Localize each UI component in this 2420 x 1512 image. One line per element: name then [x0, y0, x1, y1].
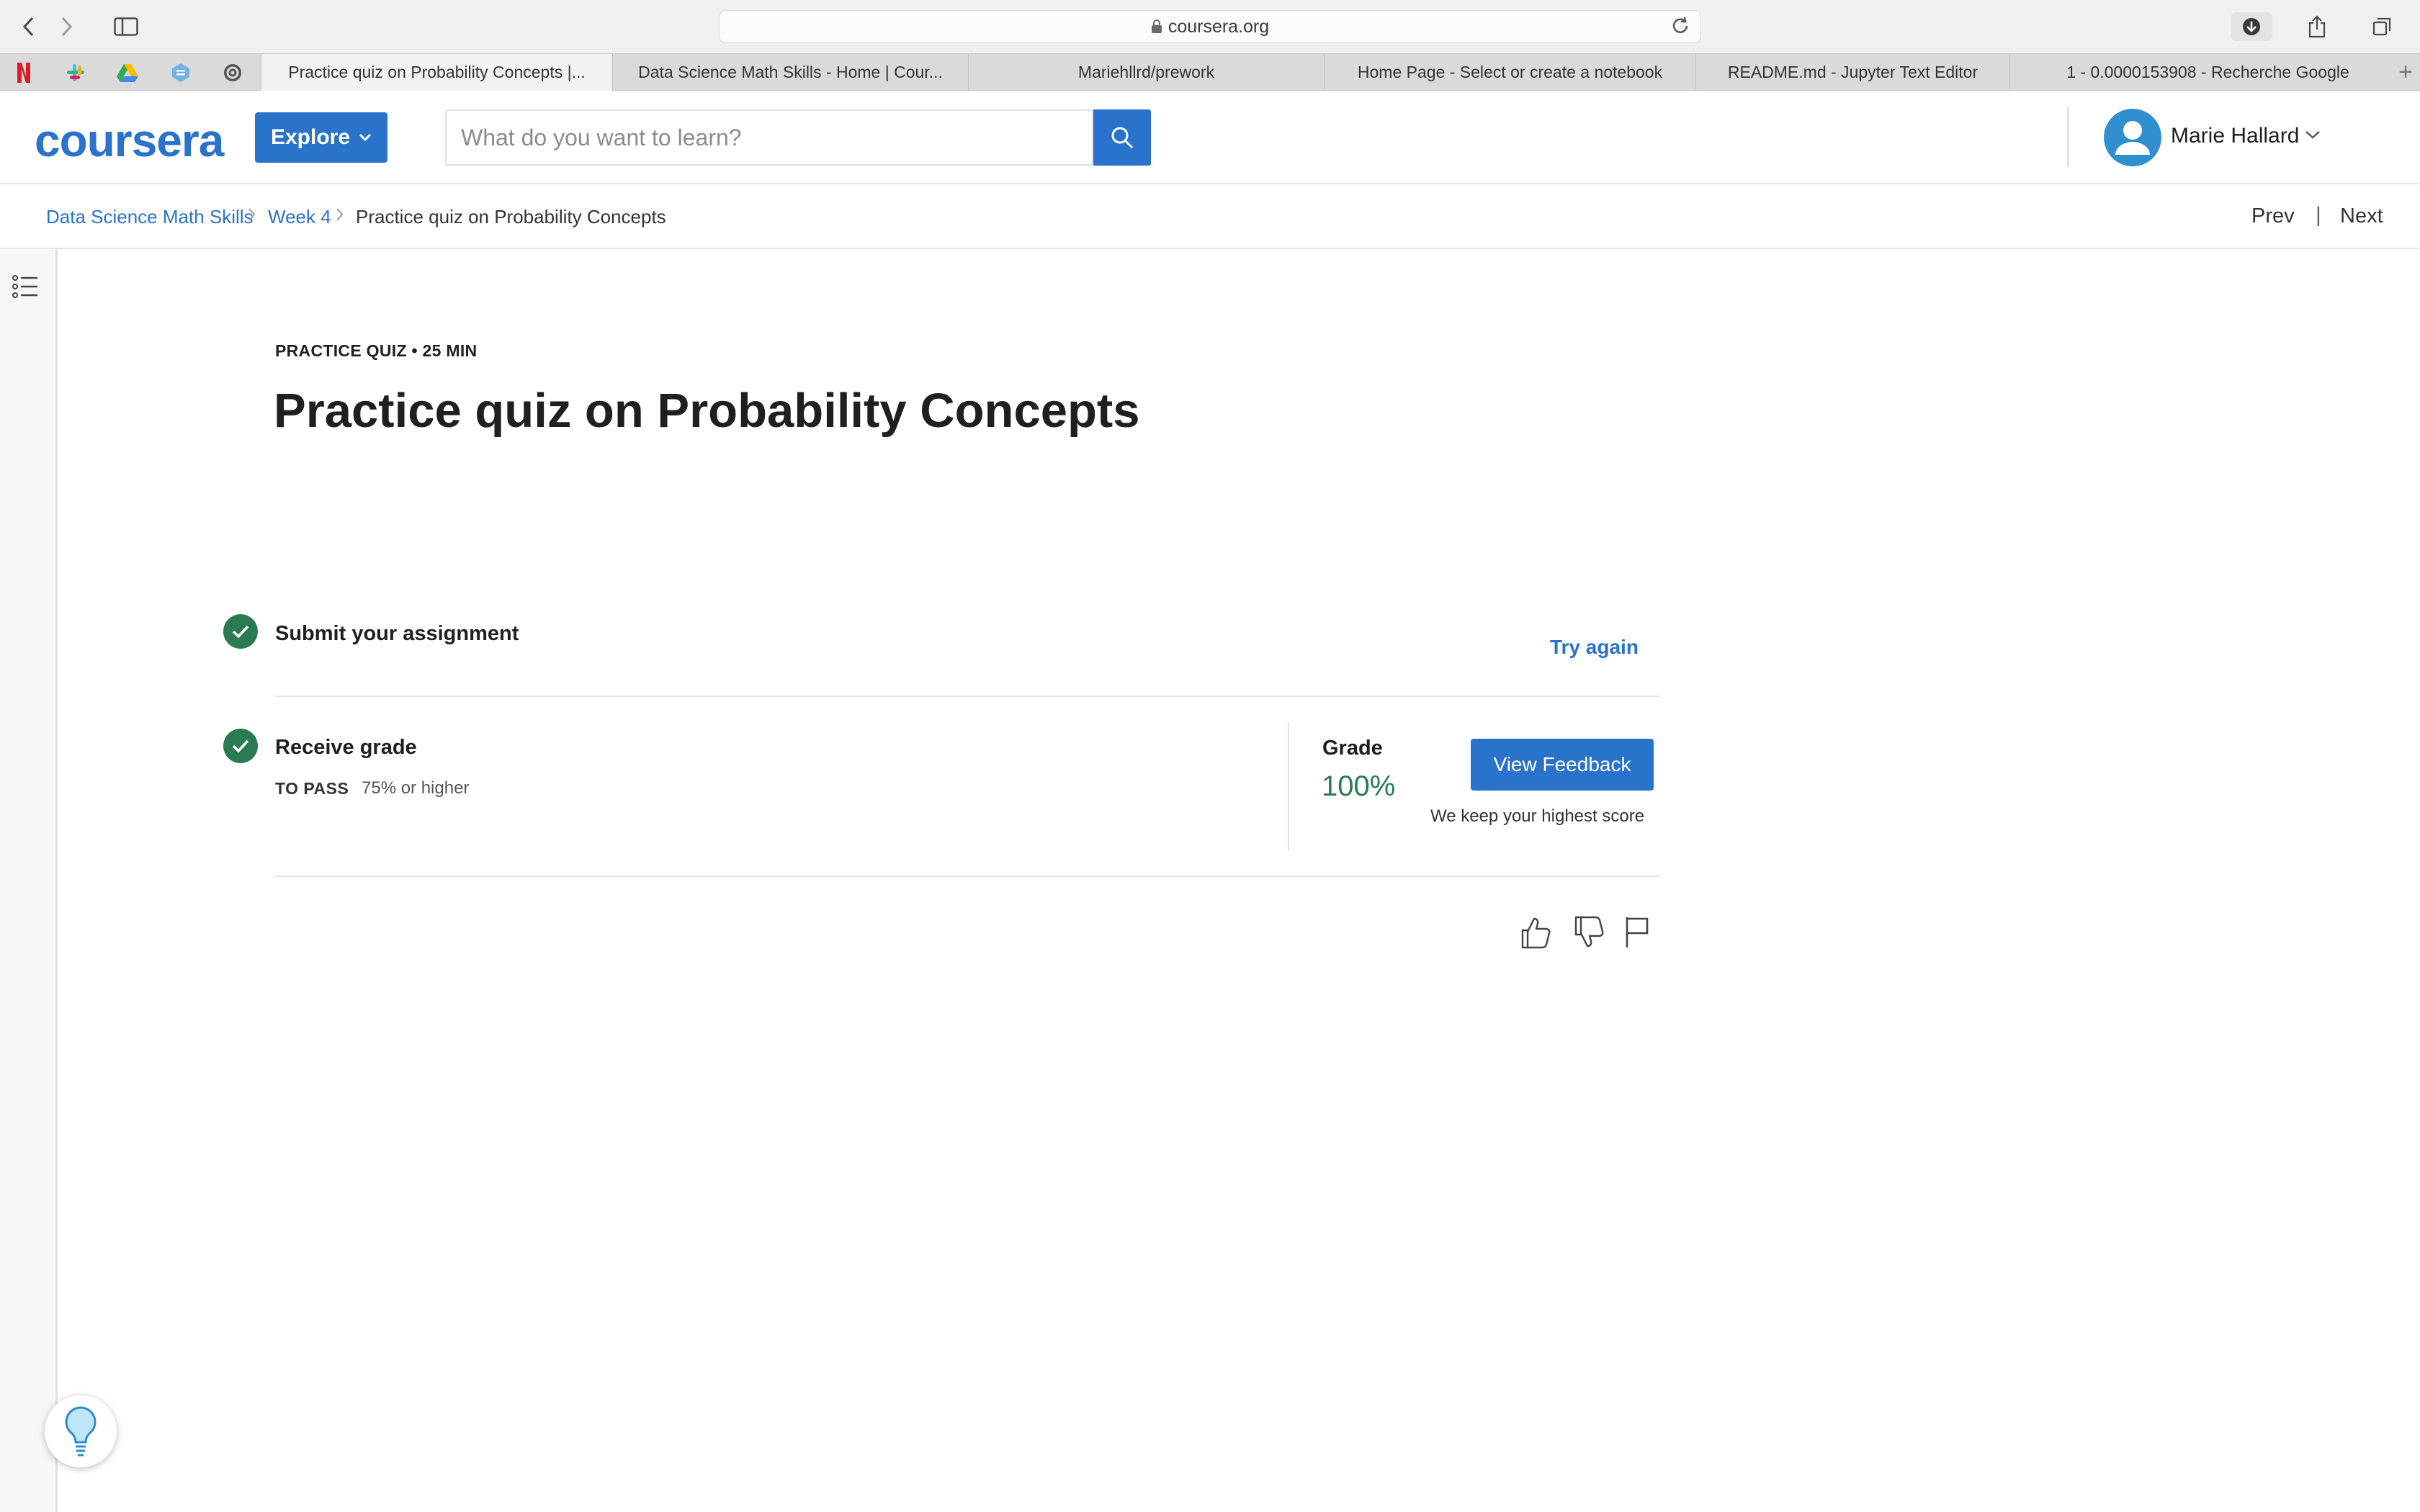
reload-icon[interactable]: [1670, 15, 1690, 42]
chevron-right-icon: [336, 204, 344, 227]
next-link[interactable]: Next: [2340, 204, 2383, 228]
download-icon[interactable]: [2231, 12, 2272, 41]
tab-label: Practice quiz on Probability Concepts |.…: [288, 63, 586, 81]
back-icon[interactable]: [16, 14, 42, 39]
new-tab-button[interactable]: +: [2398, 58, 2413, 86]
flag-icon[interactable]: [1623, 914, 1659, 953]
prev-next-divider: |: [2316, 203, 2321, 227]
search-input[interactable]: [445, 109, 1093, 166]
prev-link[interactable]: Prev: [2251, 204, 2295, 228]
tab-jupyter-home[interactable]: Home Page - Select or create a notebook: [1324, 54, 1695, 91]
tab-jupyter-readme[interactable]: README.md - Jupyter Text Editor: [1695, 54, 2009, 91]
tab-github-prework[interactable]: Mariehllrd/prework: [968, 54, 1324, 91]
tab-practice-quiz[interactable]: Practice quiz on Probability Concepts |.…: [261, 54, 612, 91]
bookmark-app-icon[interactable]: [167, 60, 194, 86]
highest-score-note: We keep your highest score: [1430, 806, 1645, 826]
lightbulb-icon[interactable]: [45, 1395, 117, 1467]
tab-label: README.md - Jupyter Text Editor: [1727, 63, 1978, 81]
breadcrumb: Data Science Math Skills Week 4 Practice…: [0, 184, 2420, 249]
receive-grade-label: Receive grade: [275, 736, 417, 759]
page-title: Practice quiz on Probability Concepts: [274, 384, 1140, 438]
user-icon: [2115, 121, 2150, 155]
grade-divider: [1288, 722, 1289, 850]
tab-label: 1 - 0.0000153908 - Recherche Google: [2066, 63, 2349, 81]
checkmark-icon: [223, 729, 258, 763]
divider: [275, 696, 1659, 697]
thumbs-down-icon[interactable]: [1572, 914, 1608, 953]
view-feedback-button[interactable]: View Feedback: [1471, 739, 1654, 791]
google-drive-icon[interactable]: [114, 60, 141, 86]
tab-label: Data Science Math Skills - Home | Cour..…: [638, 63, 943, 81]
user-name[interactable]: Marie Hallard: [2171, 124, 2299, 148]
search-button[interactable]: [1093, 109, 1151, 166]
chevron-right-icon: [248, 204, 256, 227]
grade-value: 100%: [1322, 770, 1396, 802]
course-outline-rail: [0, 249, 58, 1512]
explore-button[interactable]: Explore: [255, 112, 387, 163]
to-pass-value: 75% or higher: [362, 778, 470, 798]
try-again-link[interactable]: Try again: [1550, 636, 1639, 659]
breadcrumb-current: Practice quiz on Probability Concepts: [356, 206, 666, 228]
grade-label: Grade: [1322, 737, 1383, 760]
coursera-logo[interactable]: coursera: [35, 114, 224, 167]
chevron-down-icon: [359, 130, 372, 146]
item-type-label: PRACTICE QUIZ • 25 MIN: [275, 341, 478, 360]
tabs-overview-icon[interactable]: [2361, 12, 2403, 41]
circle-app-icon[interactable]: [219, 60, 246, 86]
thumbs-up-icon[interactable]: [1518, 914, 1554, 953]
header-divider: [2067, 107, 2069, 167]
breadcrumb-course[interactable]: Data Science Math Skills: [46, 206, 254, 228]
tab-data-science-home[interactable]: Data Science Math Skills - Home | Cour..…: [612, 54, 968, 91]
to-pass-label: TO PASS: [275, 779, 349, 798]
share-icon[interactable]: [2296, 12, 2338, 41]
chevron-down-icon[interactable]: [2305, 122, 2321, 145]
address-bar[interactable]: coursera.org: [719, 10, 1701, 43]
browser-toolbar: coursera.org: [0, 0, 2420, 53]
url-text: coursera.org: [1168, 16, 1270, 37]
tab-label: Home Page - Select or create a notebook: [1357, 63, 1663, 81]
tab-label: Mariehllrd/prework: [1077, 63, 1215, 81]
site-header: coursera Explore Marie Hallard: [0, 91, 2420, 184]
breadcrumb-week[interactable]: Week 4: [268, 206, 331, 228]
tab-google-search[interactable]: 1 - 0.0000153908 - Recherche Google: [2009, 54, 2406, 91]
sidebar-icon[interactable]: [108, 14, 144, 39]
netflix-icon[interactable]: [10, 60, 37, 86]
outline-list-icon[interactable]: [10, 271, 42, 302]
user-avatar[interactable]: [2104, 109, 2161, 166]
explore-label: Explore: [270, 125, 351, 149]
forward-icon[interactable]: [53, 14, 79, 39]
divider: [275, 876, 1659, 877]
slack-icon[interactable]: [62, 60, 89, 86]
lock-icon: [1151, 19, 1162, 33]
submit-step-label: Submit your assignment: [275, 622, 519, 645]
checkmark-icon: [223, 614, 258, 649]
tab-strip: Practice quiz on Probability Concepts |.…: [0, 53, 2420, 91]
search-icon: [1111, 127, 1134, 149]
